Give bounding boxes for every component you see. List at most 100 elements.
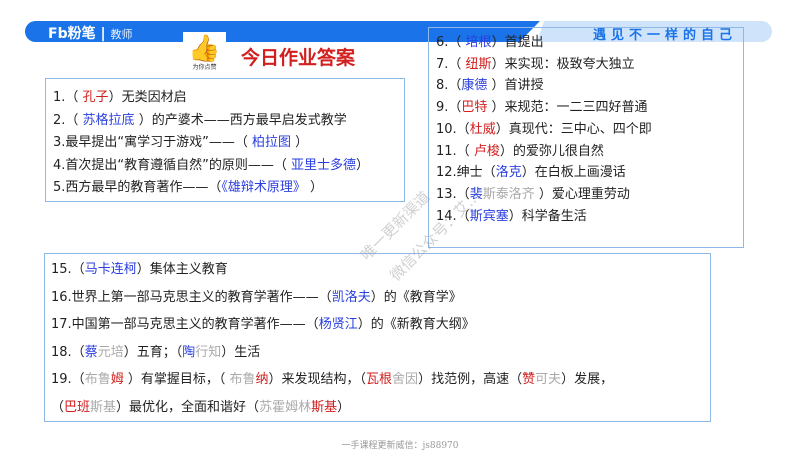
answer-line: 16.世界上第一部马克思主义的教育学著作——（凯洛夫）的《教育学》 [51,284,710,312]
line-text: ）发展， [561,372,614,387]
line-text: 3.最早提出“寓学习于游戏”——（ [53,135,253,150]
line-text: ）首讲授 [487,78,544,94]
answer-line: 7.（ 纽斯）来实现：极致夸大独立 [436,54,743,76]
answer-box-3: 15.（马卡连柯）集体主义教育 16.世界上第一部马克思主义的教育学著作——（凯洛… [44,253,711,422]
line-text: 6.（ [436,35,466,50]
line-text: ）生活 [221,344,261,360]
thumbs-up-sticker-icon: 👍 为你点赞 [183,32,226,72]
answer-line: 2.（ 苏格拉底 ）的产婆术——西方最早启发式教学 [53,110,404,133]
page-title: 今日作业答案 [241,47,356,69]
line-text: ）爱心理重劳动 [534,186,630,202]
line-text: ）的产婆术——西方最早启发式教学 [134,112,347,128]
answer-line: 1.（ 孔子）无类因材启 [53,87,404,110]
line-text: 19.（ [51,372,85,387]
line-text: ）最优化，全面和谐好（ [116,399,260,415]
answer-highlight: 布鲁 [84,372,111,387]
line-text: 15.（ [51,262,85,277]
line-text: ）真现代：三中心、四个即 [495,121,652,137]
line-text: 8.（ [436,78,462,94]
line-text: ） [356,157,370,173]
brand-name: Fb粉笔 [48,26,96,42]
line-text: ）科学备生活 [508,208,587,224]
answer-highlight: 斯宾塞 [469,208,509,224]
answer-highlight: 巴特 [461,100,488,116]
answer-highlight: 布鲁 [229,372,256,387]
line-text: 12.绅士（ [436,165,496,181]
answer-line: （巴班斯基）最优化，全面和谐好（苏霍姆林斯基） [51,394,710,422]
answer-highlight: 康德 [461,78,488,94]
answer-highlight: 苏霍姆林 [259,399,312,415]
brand-logo: Fb粉笔 | 教师 [48,26,133,42]
footer-text: 一手课程更新威信：js88970 [341,441,459,451]
line-text: ）来实现：极致夸大独立 [491,56,635,72]
answer-line: 18.（蔡元培）五育；（陶行知）生活 [51,339,710,367]
answer-highlight: 亚里士多德 [291,157,357,173]
line-text: 1.（ [53,90,83,105]
answer-highlight: 卢梭 [473,143,500,159]
answer-highlight: 孔子 [82,90,109,105]
brand-sub: 教师 [110,28,133,41]
line-text: ）首提出 [491,35,544,50]
line-text: ）来规范：一二三四好普通 [487,100,648,116]
line-text: 11.（ [436,143,474,159]
answer-highlight: 凯洛夫 [331,289,371,305]
answer-line: 8.（康德 ）首讲授 [436,75,743,97]
line-text: 5.西方最早的教育著作——（ [53,180,222,195]
line-text: ）在白板上画漫话 [521,165,626,181]
line-text: ） [305,180,324,195]
line-text: 10.（ [436,121,470,137]
slogan: 遇见不一样的自己 [593,28,738,43]
answer-highlight: 斯基 [90,399,117,415]
line-text: 16.世界上第一部马克思主义的教育学著作——（ [51,289,332,305]
answer-highlight: 柏拉图 [252,135,292,150]
line-text: ）集体主义教育 [136,262,228,277]
line-text: ）来发现结构，（ [268,372,367,387]
answer-highlight: 巴班 [64,399,91,415]
answer-highlight: 行知 [195,344,222,360]
line-text: ）有掌握目标，（ [123,372,230,387]
line-text: 7.（ [436,56,466,72]
line-text: 17.中国第一部马克思主义的教育学著作——（ [51,317,319,332]
answer-highlight: 舍因 [392,372,419,387]
answer-line: 5.西方最早的教育著作——（《雄辩术原理》 ） [53,177,404,200]
answer-box-1: 1.（ 孔子）无类因材启 2.（ 苏格拉底 ）的产婆术——西方最早启发式教学 3.最… [45,78,405,202]
line-text: ）的《新教育大纲》 [357,317,475,332]
line-text: ）的爱弥儿很自然 [499,143,604,159]
answer-line: 11.（ 卢梭）的爱弥儿很自然 [436,141,743,163]
answer-highlight: 马卡连柯 [84,262,137,277]
line-text: ）的《教育学》 [370,289,462,305]
sticker-text: 为你点赞 [192,64,217,71]
answer-line: 15.（马卡连柯）集体主义教育 [51,256,710,284]
answer-line: 9.（巴特 ）来规范：一二三四好普通 [436,97,743,119]
answer-line: 17.中国第一部马克思主义的教育学著作——（杨贤江）的《新教育大纲》 [51,311,710,339]
answer-line: 19.（布鲁姆 ）有掌握目标，（ 布鲁纳）来发现结构，（瓦根舍因）找范例，高速（… [51,366,710,394]
line-text: 9.（ [436,100,462,116]
line-text: ）无类因材启 [108,90,187,105]
answer-line: 14.（斯宾塞）科学备生活 [436,206,743,228]
answer-line: 3.最早提出“寓学习于游戏”——（ 柏拉图 ） [53,132,404,155]
line-text: ）五育；（ [123,344,183,360]
answer-highlight: 赞 [522,372,536,387]
line-text: 18.（ [51,344,85,360]
answer-highlight: 元培 [97,344,124,360]
line-text: （ [51,399,65,415]
line-text: 4.首次提出“教育遵循自然”的原则——（ [53,157,292,173]
line-text: 2.（ [53,112,83,128]
answer-highlight: 杜威 [469,121,496,137]
line-text: ）找范例，高速（ [418,372,523,387]
answer-highlight: 可夫 [535,372,562,387]
answer-highlight: 培根 [465,35,492,50]
answer-box-2: 6.（ 培根）首提出 7.（ 纽斯）来实现：极致夸大独立 8.（康德 ）首讲授 9.（… [428,27,744,248]
answer-highlight: 陶 [182,344,196,360]
answer-highlight: 苏格拉底 [82,112,135,128]
answer-highlight: 蔡 [84,344,98,360]
answer-highlight: 斯泰洛齐 [482,186,535,202]
answer-highlight: 洛克 [495,165,522,181]
answer-highlight: 《雄辩术原理》 [221,180,306,195]
answer-highlight: 杨贤江 [318,317,358,332]
answer-highlight: 纽斯 [465,56,492,72]
answer-highlight: 斯基 [311,399,338,415]
answer-highlight: 姆 [110,372,124,387]
answer-line: 10.（杜威）真现代：三中心、四个即 [436,119,743,141]
answer-line: 12.绅士（洛克）在白板上画漫话 [436,162,743,184]
